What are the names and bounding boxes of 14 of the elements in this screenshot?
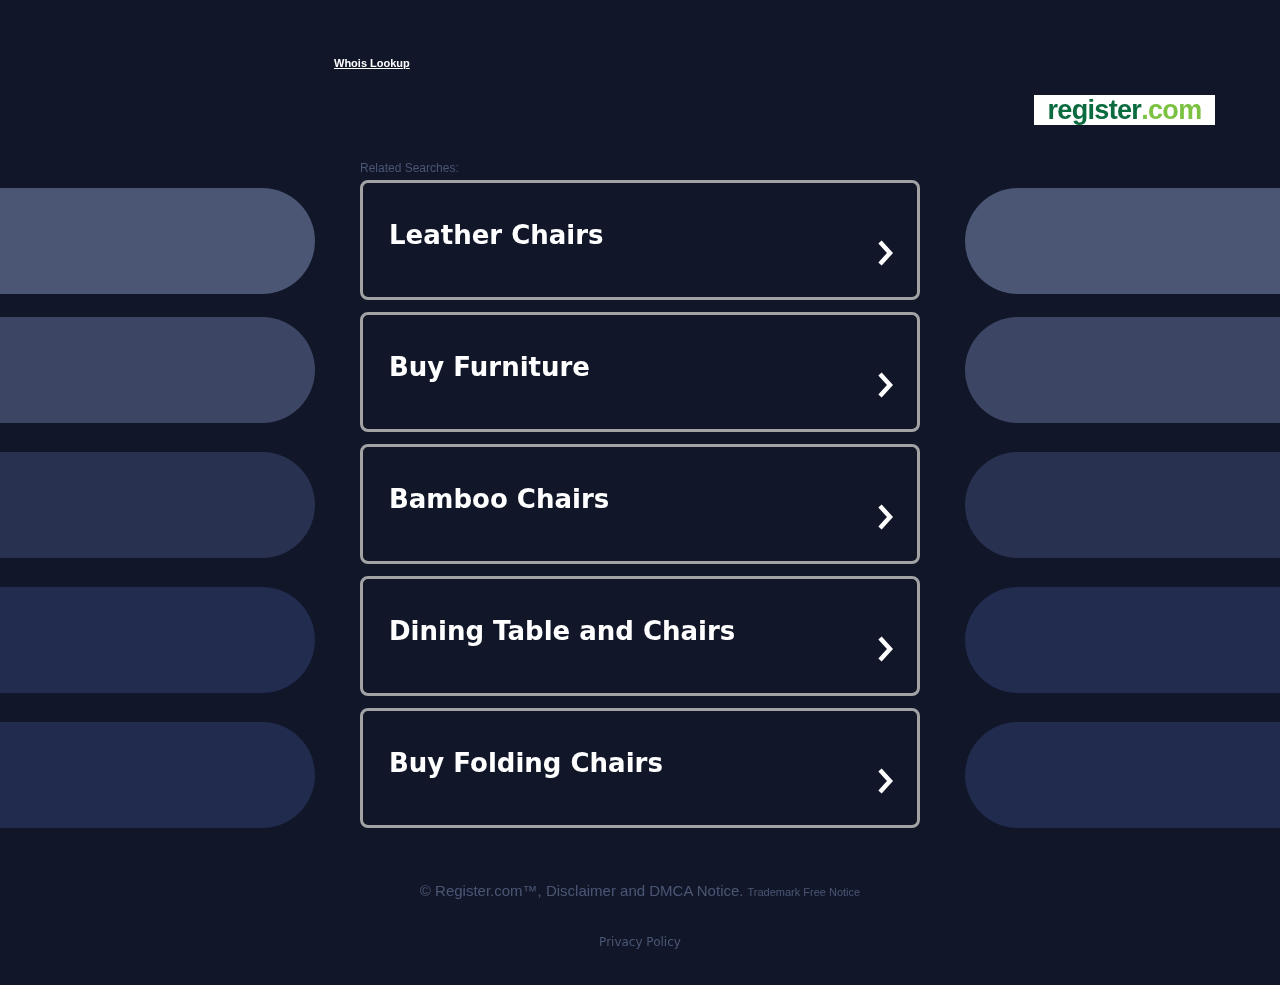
chevron-right-icon	[877, 239, 893, 267]
register-logo: register.com	[1034, 95, 1215, 125]
search-result-card[interactable]: Buy Furniture	[360, 312, 920, 432]
search-result-card[interactable]: Bamboo Chairs	[360, 444, 920, 564]
related-searches-heading: Related Searches:	[360, 161, 459, 175]
copyright-notice: © Register.com™, Disclaimer and DMCA Notice.	[419, 881, 744, 901]
chevron-right-icon	[877, 767, 893, 795]
chevron-right-icon	[877, 371, 893, 399]
chevron-right-icon	[877, 635, 893, 663]
search-result-card[interactable]: Dining Table and Chairs	[360, 576, 920, 696]
search-result-card[interactable]: Buy Folding Chairs	[360, 708, 920, 828]
search-result-card[interactable]: Leather Chairs	[360, 180, 920, 300]
chevron-right-icon	[877, 503, 893, 531]
whois-lookup-link[interactable]: Whois Lookup	[334, 57, 410, 69]
